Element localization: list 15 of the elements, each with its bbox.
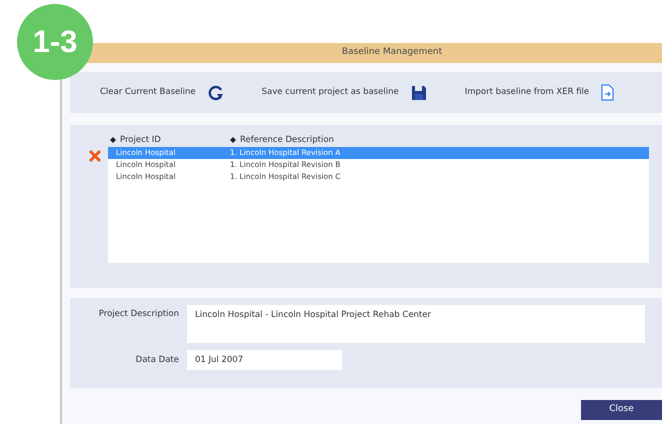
- toolbar-button[interactable]: Save current project as baseline: [262, 84, 427, 100]
- field-label: Data Date: [134, 354, 180, 366]
- column-header[interactable]: Reference Description: [240, 134, 334, 146]
- document-icon: [601, 84, 614, 101]
- sort-icon[interactable]: [230, 137, 236, 143]
- field-label: Project Description: [98, 308, 180, 321]
- close-button[interactable]: Close: [581, 400, 662, 420]
- toolbar-button[interactable]: Import baseline from XER file: [464, 84, 614, 101]
- refresh-icon: [208, 84, 224, 100]
- delete-icon[interactable]: [88, 149, 102, 163]
- toolbar-button[interactable]: Clear Current Baseline: [100, 84, 224, 100]
- data-date-field[interactable]: 01 Jul 2007: [187, 350, 342, 370]
- project-description-field[interactable]: Lincoln Hospital - Lincoln Hospital Project Rehab Center: [187, 305, 645, 343]
- sort-icon[interactable]: [110, 137, 116, 143]
- column-header[interactable]: Project ID: [120, 134, 161, 146]
